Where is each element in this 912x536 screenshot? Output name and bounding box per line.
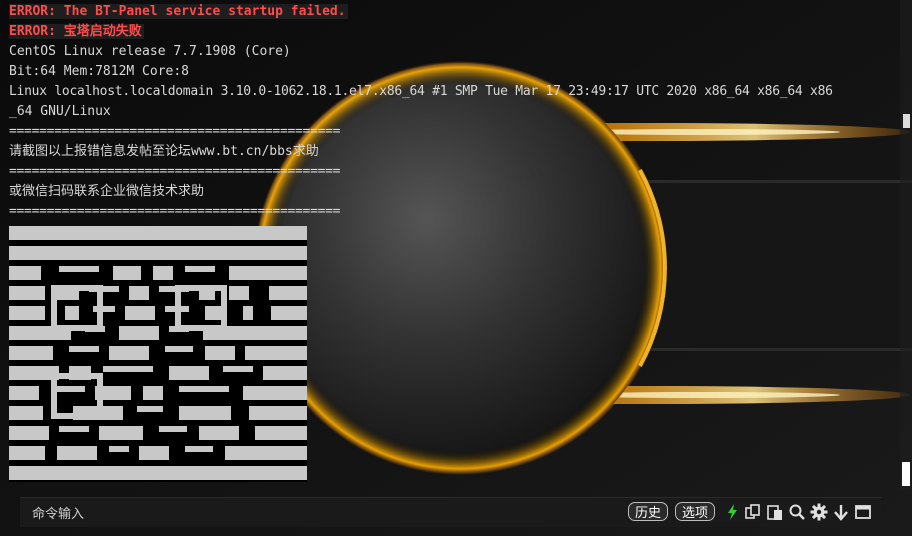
separator-line: ========================================…: [9, 124, 341, 139]
hardware-info-line: Bit:64 Mem:7812M Core:8: [9, 64, 190, 79]
scrollbar-marker: [903, 114, 910, 128]
os-release-line: CentOS Linux release 7.7.1908 (Core): [9, 44, 291, 59]
copy-icon[interactable]: [744, 503, 762, 521]
kernel-info-line: _64 GNU/Linux: [9, 104, 111, 119]
window-icon[interactable]: [854, 503, 872, 521]
terminal-line: ERROR: 宝塔启动失败: [9, 22, 144, 42]
scrollbar-thumb[interactable]: [902, 462, 910, 486]
kernel-info-line: Linux localhost.localdomain 3.10.0-1062.…: [9, 84, 833, 99]
help-wechat-text: 或微信扫码联系企业微信技术求助: [9, 184, 205, 199]
terminal-line: ERROR: The BT-Panel service startup fail…: [9, 2, 348, 22]
separator-line: ========================================…: [9, 204, 341, 219]
search-icon[interactable]: [788, 503, 806, 521]
error-message: ERROR: The BT-Panel service startup fail…: [9, 4, 348, 19]
history-button[interactable]: 历史: [628, 502, 669, 521]
help-forum-text: 请截图以上报错信息发帖至论坛www.bt.cn/bbs求助: [9, 144, 319, 159]
command-input[interactable]: [32, 503, 592, 523]
terminal-output: ERROR: The BT-Panel service startup fail…: [0, 0, 900, 490]
gear-icon[interactable]: [810, 503, 828, 521]
command-bar: 历史 选项: [20, 497, 882, 527]
options-button[interactable]: 选项: [675, 502, 716, 521]
bolt-icon[interactable]: [724, 503, 742, 521]
terminal-scrollbar[interactable]: [900, 0, 912, 490]
qr-code-image: [9, 226, 307, 482]
separator-line: ========================================…: [9, 164, 341, 179]
paste-icon[interactable]: [766, 503, 784, 521]
arrow-down-icon[interactable]: [832, 503, 850, 521]
error-message: ERROR: 宝塔启动失败: [9, 24, 144, 39]
